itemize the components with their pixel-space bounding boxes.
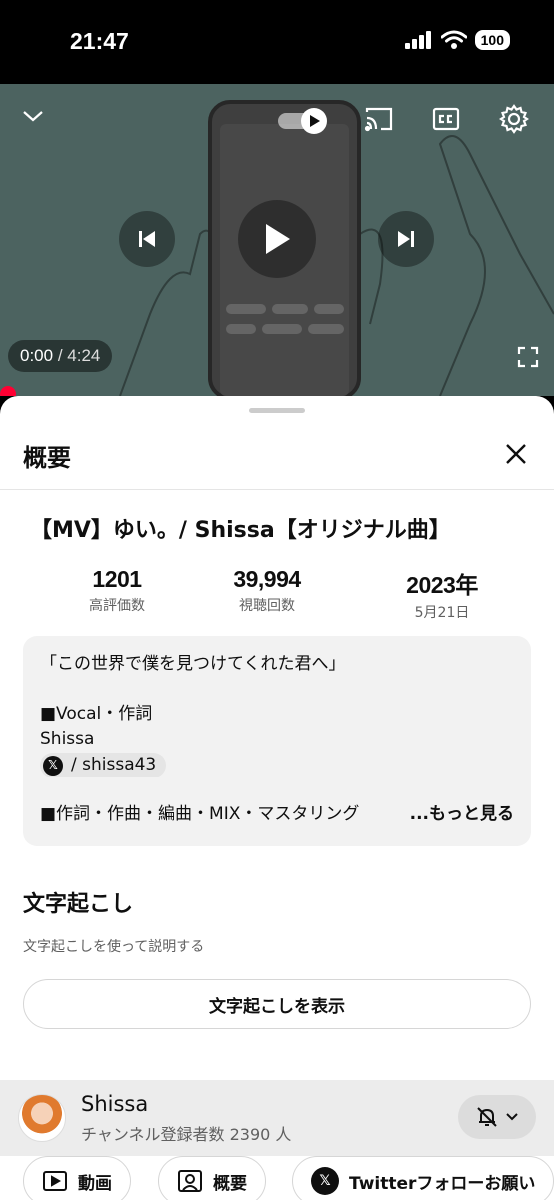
x-account-chip[interactable]: 𝕏 / shissa43 bbox=[40, 753, 167, 777]
closed-captions-icon bbox=[432, 107, 460, 131]
status-bar: 21:47 100 bbox=[0, 0, 554, 84]
gear-icon bbox=[499, 104, 529, 134]
status-icons: 100 bbox=[404, 30, 510, 50]
date-year: 2023年 bbox=[406, 572, 478, 598]
x-account-handle: / shissa43 bbox=[71, 755, 157, 775]
play-icon bbox=[266, 224, 290, 254]
videos-chip[interactable]: 動画 bbox=[23, 1156, 131, 1200]
play-button[interactable] bbox=[238, 200, 316, 278]
show-more-link[interactable]: ...もっと見る bbox=[383, 802, 514, 827]
progress-scrubber[interactable] bbox=[0, 386, 16, 396]
time-display: 0:00 / 4:24 bbox=[8, 340, 113, 372]
transcript-subtitle: 文字起こしを使って説明する bbox=[23, 939, 205, 955]
video-stats: 1201 高評価数 39,994 視聴回数 2023年 5月21日 bbox=[0, 566, 554, 622]
wifi-icon bbox=[440, 30, 467, 49]
skip-next-icon bbox=[398, 231, 414, 247]
about-chip-label: 概要 bbox=[213, 1173, 247, 1194]
video-title: 【MV】ゆい。/ Shissa【オリジナル曲】 bbox=[30, 518, 451, 543]
views-value: 39,994 bbox=[233, 566, 301, 592]
description-line: ■Vocal・作詞 bbox=[40, 704, 153, 724]
video-icon bbox=[43, 1171, 67, 1191]
x-logo-icon: 𝕏 bbox=[43, 755, 63, 776]
captions-button[interactable] bbox=[432, 106, 460, 136]
twitter-follow-chip[interactable]: 𝕏 Twitterフォローお願い bbox=[292, 1156, 554, 1200]
next-button[interactable] bbox=[378, 211, 434, 267]
signal-icon bbox=[404, 31, 431, 49]
bottom-chips: 動画 概要 𝕏 Twitterフォローお願い bbox=[0, 1156, 554, 1200]
x-logo-icon: 𝕏 bbox=[311, 1167, 339, 1195]
drag-handle[interactable] bbox=[249, 408, 305, 413]
fullscreen-button[interactable] bbox=[517, 346, 539, 372]
minimize-button[interactable] bbox=[22, 108, 44, 127]
avatar[interactable] bbox=[18, 1094, 66, 1142]
time-separator: / bbox=[53, 346, 68, 365]
autoplay-icon bbox=[278, 108, 327, 134]
autoplay-toggle[interactable] bbox=[276, 106, 332, 140]
description-line: Shissa bbox=[40, 729, 95, 749]
sheet-header: 概要 bbox=[0, 426, 554, 490]
transcript-title: 文字起こし bbox=[23, 892, 134, 917]
fullscreen-icon bbox=[517, 346, 539, 368]
show-transcript-button[interactable]: 文字起こしを表示 bbox=[23, 979, 531, 1029]
date-stat: 2023年 5月21日 bbox=[362, 566, 522, 622]
video-player[interactable]: 0:00 / 4:24 bbox=[0, 84, 554, 396]
likes-stat: 1201 高評価数 bbox=[37, 566, 197, 615]
description-line: ■作詞・作曲・編曲・MIX・マスタリング bbox=[40, 804, 360, 824]
videos-chip-label: 動画 bbox=[78, 1173, 112, 1194]
about-chip[interactable]: 概要 bbox=[158, 1156, 266, 1200]
notification-button[interactable] bbox=[458, 1095, 536, 1139]
battery-icon: 100 bbox=[474, 30, 510, 50]
close-icon bbox=[506, 444, 526, 464]
subscriber-count: チャンネル登録者数 2390 人 bbox=[81, 1125, 292, 1144]
description-line: 「この世界で僕を見つけてくれた君へ」 bbox=[40, 654, 346, 674]
likes-label: 高評価数 bbox=[89, 598, 145, 614]
likes-value: 1201 bbox=[92, 566, 142, 592]
status-time: 21:47 bbox=[70, 28, 129, 54]
chevron-down-icon bbox=[23, 111, 43, 122]
channel-bar[interactable]: Shissa チャンネル登録者数 2390 人 bbox=[0, 1080, 554, 1156]
skip-previous-icon bbox=[139, 231, 155, 247]
bell-off-icon bbox=[477, 1107, 497, 1127]
close-button[interactable] bbox=[502, 440, 530, 468]
views-stat: 39,994 視聴回数 bbox=[187, 566, 347, 615]
previous-button[interactable] bbox=[119, 211, 175, 267]
date-day: 5月21日 bbox=[414, 605, 470, 621]
current-time: 0:00 bbox=[20, 346, 54, 365]
duration: 4:24 bbox=[67, 346, 101, 365]
views-label: 視聴回数 bbox=[239, 598, 295, 614]
description-sheet: 概要 【MV】ゆい。/ Shissa【オリジナル曲】 1201 高評価数 39,… bbox=[0, 396, 554, 1200]
channel-name[interactable]: Shissa bbox=[81, 1092, 148, 1116]
settings-button[interactable] bbox=[499, 104, 529, 138]
twitter-chip-label: Twitterフォローお願い bbox=[349, 1173, 536, 1194]
profile-card-icon bbox=[178, 1170, 202, 1192]
cast-icon bbox=[364, 107, 393, 132]
description-box[interactable]: 「この世界で僕を見つけてくれた君へ」 ■Vocal・作詞 Shissa 𝕏 / … bbox=[23, 636, 531, 846]
cast-button[interactable] bbox=[364, 106, 394, 136]
chevron-down-icon bbox=[506, 1113, 518, 1121]
sheet-title: 概要 bbox=[23, 444, 71, 472]
